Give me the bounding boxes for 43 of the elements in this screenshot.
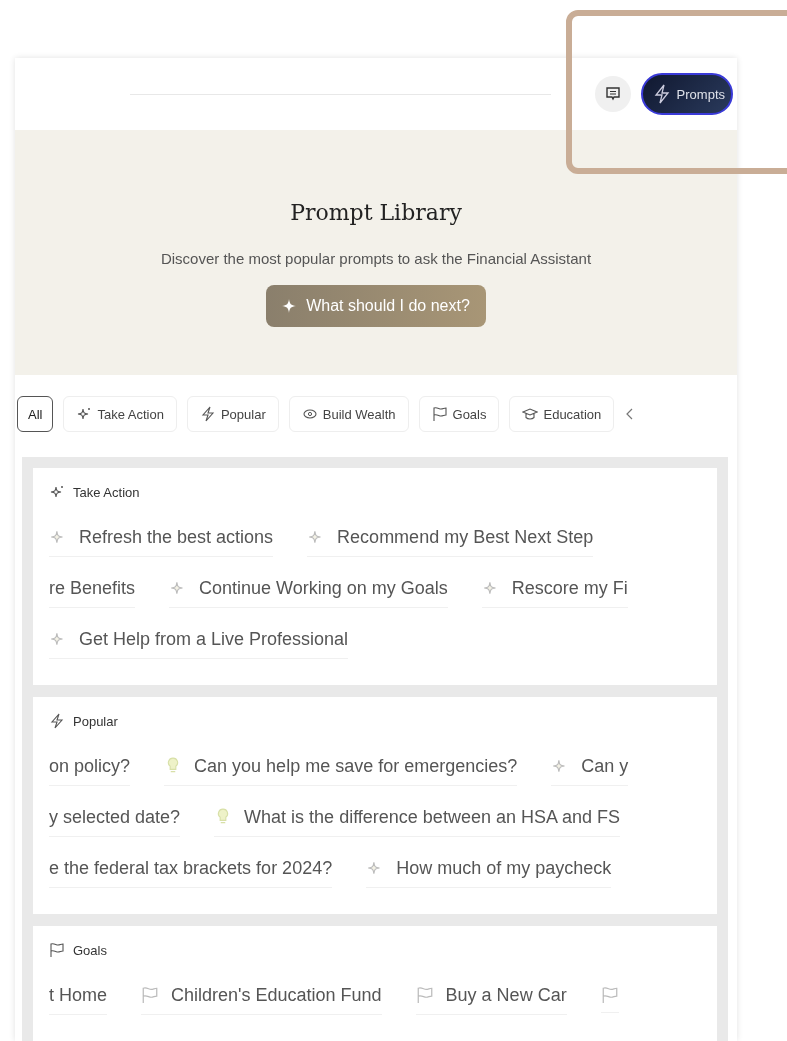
- sparkle-icon: [76, 406, 93, 422]
- prompt-link[interactable]: Rescore my Fi: [511, 577, 628, 599]
- chat-icon: [604, 86, 621, 102]
- prompt-link[interactable]: t Home: [49, 984, 108, 1006]
- sparkle-icon: [282, 299, 297, 313]
- prompt-link[interactable]: Can y: [581, 755, 629, 777]
- prompt-link[interactable]: on policy?: [49, 755, 131, 777]
- section-title: Take Action: [73, 484, 140, 500]
- prompt-link[interactable]: Get Help from a Live Professional: [79, 628, 349, 650]
- filter-tab[interactable]: Education: [509, 396, 615, 432]
- prompt-link[interactable]: Refresh the best actions: [79, 526, 274, 548]
- page-subtitle: Discover the most popular prompts to ask the Financial Assistant: [160, 250, 592, 267]
- filter-tab[interactable]: Take Action: [63, 396, 177, 432]
- flag-icon: [415, 986, 434, 1004]
- chat-button[interactable]: [594, 76, 631, 112]
- prompt-link[interactable]: Continue Working on my Goals: [199, 577, 448, 599]
- chevron-icon: [624, 406, 635, 422]
- prompt-link[interactable]: Buy a New Car: [445, 984, 567, 1006]
- flag-icon: [431, 406, 448, 422]
- graduation-cap-icon: [522, 406, 539, 422]
- prompt-link[interactable]: e the federal tax brackets for 2024?: [49, 857, 333, 879]
- prompt-link[interactable]: re Benefits: [49, 577, 136, 599]
- prompt-link[interactable]: How much of my paycheck: [396, 857, 612, 879]
- section-title: Goals: [73, 942, 107, 958]
- prompts-button[interactable]: Prompts: [640, 73, 733, 115]
- filter-tab[interactable]: Goals: [418, 396, 500, 432]
- lightning-icon: [199, 406, 216, 422]
- page-title: Prompt Library: [290, 200, 462, 225]
- flag-icon: [49, 942, 65, 958]
- prompt-link[interactable]: y selected date?: [49, 806, 181, 828]
- prompt-link[interactable]: Can you help me save for emergencies?: [194, 755, 518, 777]
- filter-tab[interactable]: Build Wealth: [288, 396, 409, 432]
- flag-icon: [600, 986, 619, 1004]
- prompt-link[interactable]: Recommend my Best Next Step: [337, 526, 594, 548]
- prompt-link[interactable]: What is the difference between an HSA and FS: [244, 806, 620, 828]
- filter-tab[interactable]: All: [17, 396, 54, 432]
- section-title: Popular: [73, 713, 118, 729]
- filter-tab[interactable]: Popular: [186, 396, 279, 432]
- prompt-link[interactable]: Children's Education Fund: [171, 984, 382, 1006]
- sparkle-icon: [49, 484, 65, 500]
- lightning-icon: [652, 84, 671, 104]
- flag-icon: [141, 986, 160, 1004]
- lightning-icon: [49, 713, 65, 729]
